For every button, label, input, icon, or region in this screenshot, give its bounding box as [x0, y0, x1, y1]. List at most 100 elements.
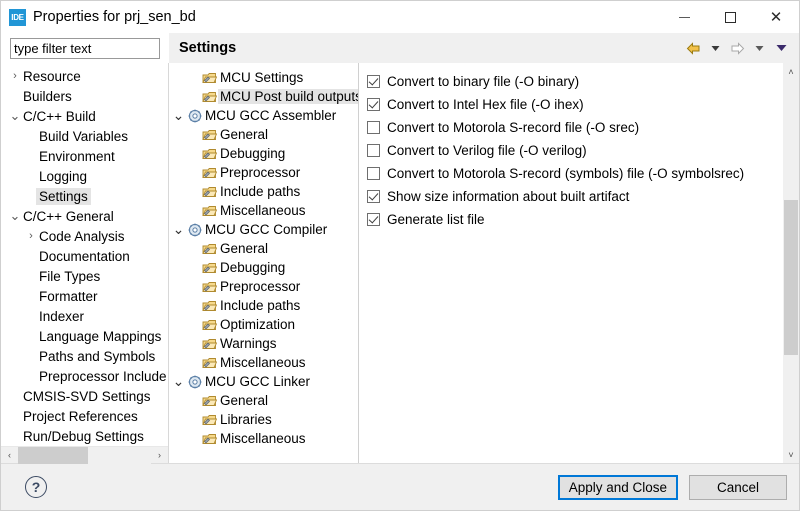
- tool-tree-item[interactable]: General: [169, 239, 358, 258]
- sidebar-item-environment[interactable]: Environment: [1, 146, 168, 166]
- forward-arrow-icon[interactable]: [727, 38, 747, 58]
- tool-settings-icon: [201, 241, 218, 257]
- options-vertical-scrollbar[interactable]: ˄ ˅: [782, 63, 799, 463]
- menu-dropdown-icon[interactable]: [771, 38, 791, 58]
- sidebar-horizontal-scrollbar[interactable]: ‹ ›: [1, 446, 168, 464]
- sidebar-item-preprocessor-include[interactable]: Preprocessor Include: [1, 366, 168, 386]
- tool-tree-item[interactable]: General: [169, 125, 358, 144]
- sidebar-item-label: C/C++ Build: [23, 108, 96, 124]
- tool-tree-item-label: Warnings: [220, 336, 277, 351]
- vscroll-track[interactable]: [783, 80, 799, 446]
- gear-icon: [186, 108, 203, 124]
- option-checkbox-row[interactable]: Convert to Verilog file (-O verilog): [367, 139, 782, 162]
- checkbox-icon[interactable]: [367, 190, 380, 203]
- tool-tree-item-label: Include paths: [220, 184, 301, 199]
- tool-tree-item[interactable]: Include paths: [169, 182, 358, 201]
- option-checkbox-row[interactable]: Convert to Intel Hex file (-O ihex): [367, 93, 782, 116]
- tool-tree-item[interactable]: Libraries: [169, 410, 358, 429]
- sidebar-item-run-debug-settings[interactable]: Run/Debug Settings: [1, 426, 168, 446]
- tool-tree-item[interactable]: Miscellaneous: [169, 429, 358, 448]
- tool-settings-icon: [201, 89, 218, 105]
- sidebar-item-label: Environment: [39, 148, 115, 164]
- scroll-up-icon[interactable]: ˄: [783, 63, 799, 80]
- sidebar-item-resource[interactable]: › Resource: [1, 66, 168, 86]
- option-checkbox-row[interactable]: Generate list file: [367, 208, 782, 231]
- checkbox-icon[interactable]: [367, 121, 380, 134]
- tool-tree-item-label: General: [220, 127, 269, 142]
- chevron-down-icon[interactable]: ⌄: [171, 222, 186, 236]
- checkbox-icon[interactable]: [367, 144, 380, 157]
- sidebar-item-logging[interactable]: Logging: [1, 166, 168, 186]
- scroll-right-icon[interactable]: ›: [151, 446, 168, 464]
- chevron-down-icon[interactable]: ⌄: [7, 109, 23, 122]
- option-checkbox-row[interactable]: Convert to Motorola S-record (symbols) f…: [367, 162, 782, 185]
- tool-tree-item[interactable]: Preprocessor: [169, 163, 358, 182]
- tool-tree-item[interactable]: Optimization: [169, 315, 358, 334]
- tool-tree-item-label: Debugging: [220, 146, 286, 161]
- apply-and-close-button[interactable]: Apply and Close: [557, 474, 678, 500]
- sidebar-item-cmsis-svd-settings[interactable]: CMSIS-SVD Settings: [1, 386, 168, 406]
- cancel-button[interactable]: Cancel: [689, 474, 787, 500]
- checkbox-icon[interactable]: [367, 98, 380, 111]
- sidebar-item-paths-and-symbols[interactable]: Paths and Symbols: [1, 346, 168, 366]
- minimize-button[interactable]: [661, 1, 707, 33]
- chevron-right-icon[interactable]: ›: [23, 230, 39, 242]
- hscroll-thumb[interactable]: [18, 446, 88, 464]
- sidebar-item-code-analysis[interactable]: › Code Analysis: [1, 226, 168, 246]
- chevron-right-icon[interactable]: ›: [7, 70, 23, 82]
- tool-tree-item[interactable]: Preprocessor: [169, 277, 358, 296]
- sidebar-item-settings[interactable]: Settings: [1, 186, 168, 206]
- scroll-left-icon[interactable]: ‹: [1, 446, 18, 464]
- chevron-down-icon[interactable]: ⌄: [171, 374, 186, 388]
- forward-dropdown-icon[interactable]: [749, 38, 769, 58]
- chevron-down-icon[interactable]: ⌄: [171, 108, 186, 122]
- tool-tree-item[interactable]: ⌄ MCU GCC Compiler: [169, 220, 358, 239]
- filter-input[interactable]: [10, 37, 160, 59]
- tool-tree-item[interactable]: Miscellaneous: [169, 353, 358, 372]
- sidebar-item-label: File Types: [39, 268, 101, 284]
- sidebar-item-formatter[interactable]: Formatter: [1, 286, 168, 306]
- sidebar-item-project-references[interactable]: Project References: [1, 406, 168, 426]
- tool-tree-item[interactable]: General: [169, 391, 358, 410]
- maximize-button[interactable]: [707, 1, 753, 33]
- tool-tree-item[interactable]: ⌄ MCU GCC Assembler: [169, 106, 358, 125]
- option-checkbox-row[interactable]: Show size information about built artifa…: [367, 185, 782, 208]
- checkbox-icon[interactable]: [367, 213, 380, 226]
- option-checkbox-row[interactable]: Convert to Motorola S-record file (-O sr…: [367, 116, 782, 139]
- checkbox-icon[interactable]: [367, 167, 380, 180]
- tool-settings-icon: [201, 431, 218, 447]
- tool-tree-item-label: MCU GCC Linker: [205, 374, 311, 389]
- tool-tree-item[interactable]: MCU Settings: [169, 68, 358, 87]
- sidebar-item-indexer[interactable]: Indexer: [1, 306, 168, 326]
- chevron-down-icon[interactable]: ⌄: [7, 209, 23, 222]
- sidebar-item-build-variables[interactable]: Build Variables: [1, 126, 168, 146]
- checkbox-icon[interactable]: [367, 75, 380, 88]
- option-checkbox-row[interactable]: Convert to binary file (-O binary): [367, 70, 782, 93]
- title-bar: IDE Properties for prj_sen_bd ✕: [1, 1, 799, 33]
- back-dropdown-icon[interactable]: [705, 38, 725, 58]
- option-label: Convert to Intel Hex file (-O ihex): [387, 97, 584, 112]
- tool-tree-item[interactable]: Warnings: [169, 334, 358, 353]
- sidebar-item-documentation[interactable]: Documentation: [1, 246, 168, 266]
- sidebar-item-c-c-general[interactable]: ⌄ C/C++ General: [1, 206, 168, 226]
- sidebar-item-file-types[interactable]: File Types: [1, 266, 168, 286]
- help-icon[interactable]: ?: [25, 476, 47, 498]
- hscroll-track[interactable]: [18, 446, 151, 464]
- tool-settings-icon: [201, 393, 218, 409]
- tool-tree-item[interactable]: Debugging: [169, 258, 358, 277]
- sidebar-item-c-c-build[interactable]: ⌄ C/C++ Build: [1, 106, 168, 126]
- close-button[interactable]: ✕: [753, 1, 799, 33]
- tool-tree-item[interactable]: Include paths: [169, 296, 358, 315]
- tool-tree-item[interactable]: MCU Post build outputs: [169, 87, 358, 106]
- tool-tree-item[interactable]: Miscellaneous: [169, 201, 358, 220]
- sidebar-item-builders[interactable]: Builders: [1, 86, 168, 106]
- vscroll-thumb[interactable]: [784, 200, 798, 355]
- scroll-down-icon[interactable]: ˅: [783, 446, 799, 463]
- option-label: Generate list file: [387, 212, 485, 227]
- back-arrow-icon[interactable]: [683, 38, 703, 58]
- sidebar-item-language-mappings[interactable]: Language Mappings: [1, 326, 168, 346]
- tool-settings-icon: [201, 127, 218, 143]
- tool-tree-item[interactable]: Debugging: [169, 144, 358, 163]
- tool-tree-item[interactable]: ⌄ MCU GCC Linker: [169, 372, 358, 391]
- tool-tree-item-label: Miscellaneous: [220, 431, 306, 446]
